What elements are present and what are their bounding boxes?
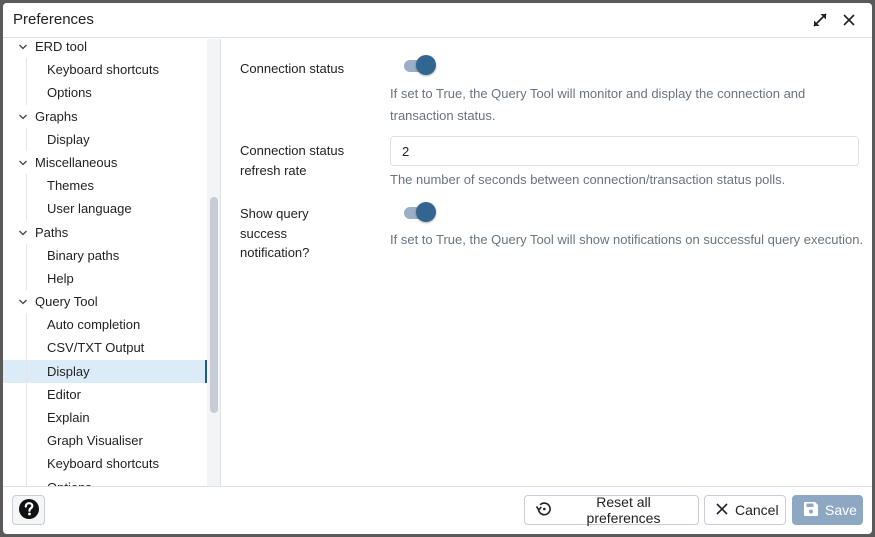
tree-guide-line: [26, 81, 27, 105]
tree-group[interactable]: Paths: [3, 221, 208, 244]
expand-icon[interactable]: [812, 12, 828, 28]
tree-item-label: Explain: [47, 410, 90, 425]
tree-scrollbar[interactable]: [207, 39, 220, 486]
save-label: Save: [825, 502, 857, 518]
tree-item[interactable]: Keyboard shortcuts: [3, 452, 208, 476]
chevron-down-icon[interactable]: [18, 298, 28, 306]
tree-item-label: Auto completion: [47, 317, 141, 333]
refresh-rate-help: The number of seconds between connection…: [390, 172, 786, 187]
tree-item-label: Display: [47, 363, 90, 379]
tree-item-label: Editor: [47, 386, 81, 402]
dialog-title: Preferences: [13, 11, 94, 28]
tree-guide-line: [26, 336, 27, 360]
tree-item[interactable]: Themes: [3, 174, 208, 198]
question-circle-icon: [18, 498, 40, 523]
query-success-toggle[interactable]: [402, 201, 438, 223]
tree-item[interactable]: Options: [3, 81, 208, 105]
tree-guide-line: [26, 243, 27, 267]
tree-guide-line: [26, 313, 27, 337]
chevron-down-icon[interactable]: [18, 229, 28, 237]
preferences-dialog: Preferences ERD tool Keyboard shortcuts Op…: [3, 3, 872, 534]
tree-guide-line: [26, 174, 27, 198]
tree-item-label: Graphs: [35, 108, 78, 124]
tree-guide-line: [26, 58, 27, 82]
toggle-knob: [416, 55, 436, 75]
tree-item-label: User language: [47, 201, 132, 217]
tree-item-label: CSV/TXT Output: [47, 340, 145, 356]
tree-item-label: Themes: [47, 178, 94, 194]
tree-guide-line: [26, 475, 27, 486]
tree-item[interactable]: User language: [3, 197, 208, 221]
tree-guide-line: [26, 429, 27, 453]
tree-item[interactable]: Editor: [3, 382, 208, 406]
cancel-button[interactable]: Cancel: [704, 495, 786, 525]
tree-group[interactable]: ERD tool: [3, 39, 208, 58]
tree-item[interactable]: Auto completion: [3, 313, 208, 337]
chevron-down-icon[interactable]: [18, 159, 28, 167]
tree-guide-line: [26, 452, 27, 476]
refresh-rate-input[interactable]: [390, 136, 859, 166]
tree-item[interactable]: CSV/TXT Output: [3, 336, 208, 360]
cancel-label: Cancel: [735, 502, 779, 518]
dialog-titlebar: Preferences: [3, 3, 872, 38]
tree-item[interactable]: Help: [3, 266, 208, 291]
tree-item-label: Query Tool: [35, 294, 98, 310]
settings-panel: Connection status If set to True, the Qu…: [222, 39, 872, 486]
tree-group[interactable]: Query Tool: [3, 290, 208, 313]
connection-status-toggle[interactable]: [402, 54, 438, 76]
connection-status-label: Connection status: [240, 61, 345, 76]
tree-item-label: Keyboard shortcuts: [47, 456, 160, 472]
tree-guide-line: [26, 197, 27, 221]
tree-item[interactable]: Graph Visualiser: [3, 429, 208, 453]
preferences-tree: ERD tool Keyboard shortcuts Options Graphs D…: [3, 39, 221, 486]
tree-item-label: Help: [47, 270, 74, 286]
reset-history-icon: [535, 500, 553, 521]
tree-scrollbar-thumb[interactable]: [210, 197, 218, 413]
tree-item-label: Binary paths: [47, 247, 120, 263]
query-success-help: If set to True, the Query Tool will show…: [390, 232, 864, 247]
save-floppy-icon: [803, 501, 819, 520]
close-icon: [715, 502, 729, 519]
tree-item-label: Paths: [35, 224, 69, 240]
connection-status-help: If set to True, the Query Tool will moni…: [390, 86, 806, 123]
toggle-knob: [416, 202, 436, 222]
tree-item-label: Keyboard shortcuts: [47, 62, 160, 78]
save-button[interactable]: Save: [792, 495, 863, 525]
tree-item-label: Options: [47, 85, 92, 101]
reset-label: Reset all preferences: [586, 494, 661, 526]
tree-group[interactable]: Miscellaneous: [3, 151, 208, 174]
tree-item-label: Display: [47, 131, 90, 147]
tree-item-label: Graph Visualiser: [47, 433, 143, 449]
help-button[interactable]: [12, 495, 45, 525]
chevron-down-icon[interactable]: [18, 43, 28, 51]
tree-item-label: Miscellaneous: [35, 154, 118, 170]
tree-list: ERD tool Keyboard shortcuts Options Graphs D…: [3, 39, 208, 486]
tree-item-label: ERD tool: [35, 39, 88, 54]
reset-all-preferences-button[interactable]: Reset all preferences: [524, 494, 699, 526]
chevron-down-icon[interactable]: [18, 113, 28, 121]
tree-item[interactable]: Explain: [3, 406, 208, 430]
tree-item[interactable]: Display: [3, 359, 208, 384]
dialog-footer: Reset all preferences Cancel Save: [3, 486, 872, 534]
tree-group[interactable]: Graphs: [3, 105, 208, 128]
tree-guide-line: [26, 406, 27, 430]
tree-guide-line: [26, 266, 27, 291]
refresh-rate-label: Connection status refresh rate: [240, 143, 345, 178]
close-icon[interactable]: [841, 12, 857, 28]
tree-item[interactable]: Display: [3, 127, 208, 151]
tree-item[interactable]: Keyboard shortcuts: [3, 58, 208, 82]
tree-guide-line: [26, 127, 27, 151]
tree-item[interactable]: Binary paths: [3, 243, 208, 267]
tree-guide-line: [26, 359, 27, 383]
query-success-label: Show query success notification?: [240, 206, 310, 260]
tree-guide-line: [26, 382, 27, 406]
tree-item[interactable]: Options: [3, 475, 208, 486]
